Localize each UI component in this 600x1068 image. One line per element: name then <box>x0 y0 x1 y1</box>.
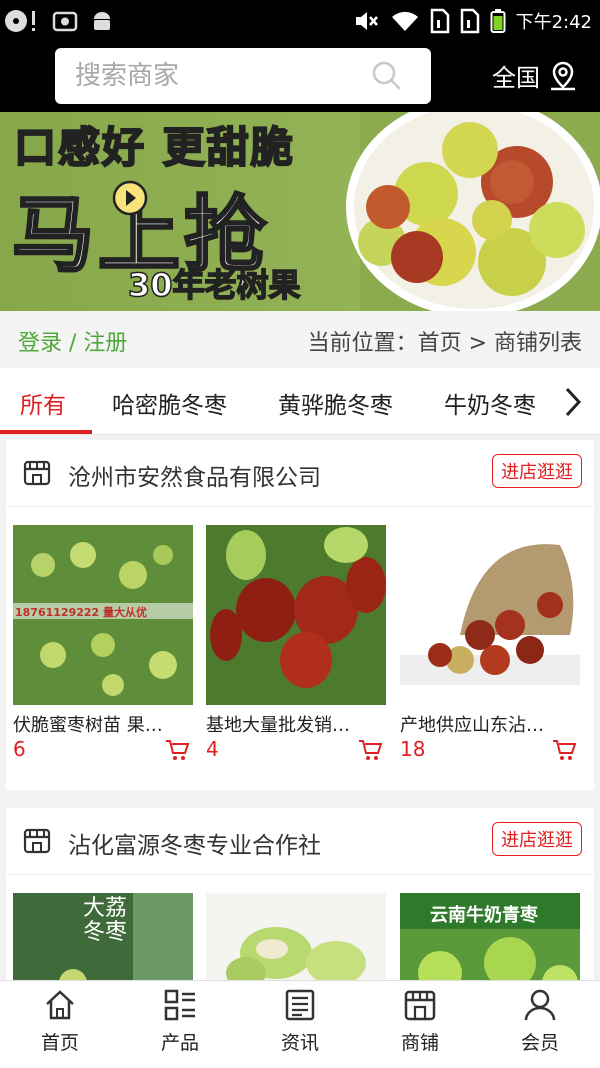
nav-label: 产品 <box>160 1032 199 1054</box>
product-image-caption: 云南牛奶青枣 <box>430 905 538 926</box>
shop-name[interactable]: 沧州市安然食品有限公司 <box>68 458 321 492</box>
chevron-right-icon[interactable] <box>560 386 586 418</box>
android-icon <box>94 12 110 30</box>
product-name[interactable]: 基地大量批发销… <box>206 711 381 737</box>
status-left-icons <box>4 6 114 36</box>
product-price: 6 <box>13 737 26 761</box>
region-label: 全国 <box>492 64 540 92</box>
nav-shops[interactable]: 商铺 <box>360 988 480 1055</box>
product-list-icon <box>164 989 195 1021</box>
shop-header[interactable]: 沧州市安然食品有限公司 进店逛逛 <box>6 440 594 507</box>
product-name[interactable]: 产地供应山东沾… <box>400 711 575 737</box>
tab-all[interactable]: 所有 <box>20 386 66 420</box>
product-image-caption: 18761129222 量大从优 <box>15 606 148 619</box>
cart-icon[interactable] <box>358 739 382 761</box>
jujube-plate-image <box>346 112 600 311</box>
disc-alert-icon <box>5 10 35 32</box>
enter-shop-button[interactable]: 进店逛逛 <box>492 822 582 856</box>
tab-hami-jujube[interactable]: 哈密脆冬枣 <box>112 386 227 420</box>
banner-subtext: 30年老树果 <box>127 265 301 305</box>
home-icon <box>46 990 74 1020</box>
product-image <box>400 525 580 705</box>
status-time: 下午2:42 <box>515 12 592 33</box>
nav-news[interactable]: 资讯 <box>240 988 360 1055</box>
member-icon <box>524 989 556 1021</box>
tab-huanghua-jujube[interactable]: 黄骅脆冬枣 <box>278 386 393 420</box>
product-name[interactable]: 伏脆蜜枣树苗 果… <box>13 711 188 737</box>
product-price: 4 <box>206 737 219 761</box>
search-icon[interactable] <box>371 60 403 92</box>
play-icon <box>112 180 148 216</box>
location-pin-icon <box>551 61 575 90</box>
shop-header[interactable]: 沾化富源冬枣专业合作社 进店逛逛 <box>6 808 594 875</box>
battery-icon <box>490 9 506 33</box>
active-tab-indicator <box>0 430 92 434</box>
product-image <box>206 893 386 980</box>
shop-card: 沾化富源冬枣专业合作社 进店逛逛 大荔冬枣 云南牛奶青枣 <box>6 808 594 980</box>
mute-icon <box>355 12 378 30</box>
nav-label: 首页 <box>40 1032 79 1054</box>
product-image-caption: 大荔冬枣 <box>83 896 128 945</box>
nav-label: 会员 <box>520 1032 559 1054</box>
nav-products[interactable]: 产品 <box>120 988 240 1055</box>
nav-label: 资讯 <box>280 1032 319 1054</box>
nav-label: 商铺 <box>400 1032 439 1054</box>
search-box[interactable] <box>55 48 431 104</box>
screenshot-icon <box>52 11 78 32</box>
banner-headline: 口感好 更甜脆 <box>13 122 295 173</box>
search-input[interactable] <box>73 60 367 92</box>
tab-milk-jujube[interactable]: 牛奶冬枣 <box>444 386 536 420</box>
sim2-icon <box>460 8 479 34</box>
news-icon <box>285 989 315 1021</box>
breadcrumb: 当前位置：首页 > 商铺列表 <box>307 331 582 356</box>
region-selector[interactable]: 全国 <box>492 58 578 93</box>
shop-card: 沧州市安然食品有限公司 进店逛逛 18761129222 量大从优 伏脆蜜枣树苗… <box>6 440 594 790</box>
shop-icon <box>404 990 436 1021</box>
cart-icon[interactable] <box>552 739 576 761</box>
status-right-icons: 下午2:42 <box>354 6 592 36</box>
wifi-icon <box>391 11 418 31</box>
enter-shop-button[interactable]: 进店逛逛 <box>492 454 582 488</box>
login-register-link[interactable]: 登录 / 注册 <box>18 325 127 357</box>
nav-home[interactable]: 首页 <box>0 988 120 1055</box>
status-bar: 下午2:42 <box>0 0 600 42</box>
cart-icon[interactable] <box>165 739 189 761</box>
shop-name[interactable]: 沾化富源冬枣专业合作社 <box>68 826 321 860</box>
store-icon <box>23 828 51 854</box>
product-image <box>206 525 386 705</box>
sim1-icon <box>430 8 449 34</box>
store-icon <box>23 460 51 486</box>
nav-member[interactable]: 会员 <box>480 988 600 1055</box>
product-price: 18 <box>400 737 426 761</box>
